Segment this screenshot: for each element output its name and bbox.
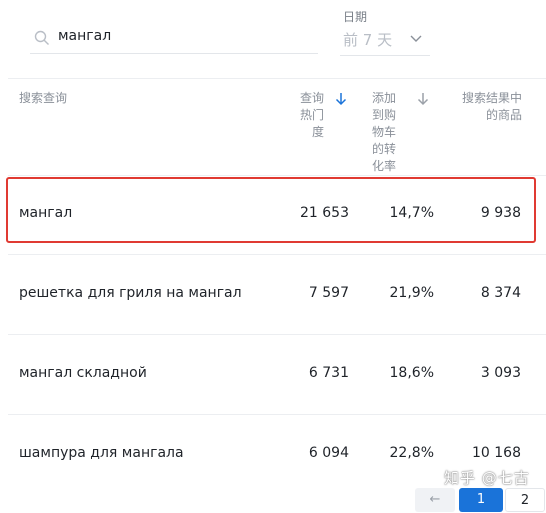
row-query[interactable]: решетка для гриля на мангал: [19, 285, 242, 301]
header-popularity-line: 查询: [299, 91, 324, 105]
search-input[interactable]: мангал: [30, 24, 318, 54]
watermark: 知乎 @七古: [444, 469, 530, 487]
header-results-line: 的商品: [485, 108, 522, 122]
table-header: 搜索查询 查询 热门 度 添加 到购 物车 的转 化率 搜索结果中 的商品: [8, 79, 546, 176]
header-conversion-line: 的转: [372, 142, 397, 156]
sort-desc-icon[interactable]: [417, 92, 429, 106]
header-popularity-line: 度: [311, 125, 324, 139]
row-popularity: 6 731: [308, 365, 349, 381]
highlight-box: [6, 177, 536, 243]
search-value: мангал: [58, 28, 112, 44]
row-query[interactable]: мангал складной: [19, 365, 147, 381]
search-icon: [34, 30, 49, 45]
header-popularity-line: 热门: [299, 108, 324, 122]
date-select[interactable]: 前 7 天: [340, 26, 430, 56]
header-query[interactable]: 搜索查询: [19, 90, 67, 107]
date-label: 日期: [343, 10, 368, 24]
filter-bar: мангал 日期 前 7 天: [0, 0, 546, 78]
header-results-line: 搜索结果中: [461, 91, 522, 105]
row-popularity: 6 094: [308, 445, 349, 461]
row-results: 8 374: [480, 285, 521, 301]
row-conversion: 22,8%: [389, 445, 434, 461]
row-conversion: 18,6%: [389, 365, 434, 381]
pagination-prev[interactable]: ←: [415, 488, 455, 512]
header-conversion-line: 物车: [372, 125, 397, 139]
row-query[interactable]: шампура для мангала: [19, 445, 184, 461]
row-results: 3 093: [480, 365, 521, 381]
query-table: 搜索查询 查询 热门 度 添加 到购 物车 的转 化率 搜索结果中 的商品 ма…: [8, 78, 546, 501]
date-value: 前 7 天: [343, 31, 393, 49]
row-conversion: 21,9%: [389, 285, 434, 301]
header-popularity[interactable]: 查询 热门 度: [276, 90, 324, 141]
header-conversion-line: 化率: [372, 159, 397, 173]
table-row[interactable]: мангал складной 6 731 18,6% 3 093: [8, 335, 546, 415]
pagination-current[interactable]: 1: [459, 488, 503, 512]
header-results[interactable]: 搜索结果中 的商品: [454, 90, 522, 124]
header-conversion-line: 添加: [372, 91, 397, 105]
table-row[interactable]: решетка для гриля на мангал 7 597 21,9% …: [8, 255, 546, 335]
chevron-down-icon: [410, 35, 422, 42]
header-conversion[interactable]: 添加 到购 物车 的转 化率: [372, 90, 410, 175]
row-results: 10 168: [472, 445, 521, 461]
row-popularity: 7 597: [308, 285, 349, 301]
header-conversion-line: 到购: [372, 108, 397, 122]
sort-desc-icon[interactable]: [335, 92, 347, 106]
pagination-next[interactable]: 2: [505, 488, 545, 512]
